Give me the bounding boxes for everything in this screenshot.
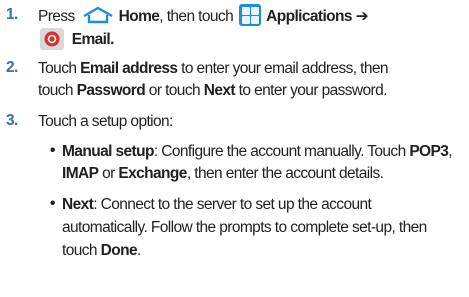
imap-label: IMAP: [62, 165, 99, 182]
done-label: Done: [100, 242, 138, 259]
applications-label: Applications: [266, 8, 352, 26]
manual-setup-line-2: IMAP or Exchange, then enter the account…: [62, 165, 384, 182]
next-label: Next: [203, 82, 236, 99]
step-3-line-1: Touch a setup option:: [38, 113, 173, 130]
next-option-line-2: automatically. Follow the prompts to com…: [62, 219, 427, 236]
next-option-line-1: Next: Connect to the server to set up th…: [62, 196, 372, 213]
applications-grid-icon: [239, 4, 262, 26]
pop3-label: POP3: [409, 143, 449, 160]
home-icon: [81, 6, 115, 24]
step-number: 1.: [6, 6, 18, 23]
step-1-line-2: Email.: [38, 28, 114, 51]
email-label: Email: [71, 31, 111, 49]
step-number: 2.: [6, 59, 18, 76]
manual-setup-label: Manual setup: [62, 143, 154, 160]
next-option-line-3: touch Done.: [62, 242, 141, 259]
step-2-line-1: Touch Email address to enter your email …: [38, 60, 389, 77]
exchange-label: Exchange: [118, 165, 187, 182]
step-2-line-2: touch Password or touch Next to enter yo…: [38, 82, 387, 99]
arrow-icon: ➔: [355, 8, 369, 26]
step-number: 3.: [6, 112, 18, 129]
home-label: Home: [118, 8, 160, 26]
next-option-label: Next: [62, 196, 94, 213]
step-1-line-1: Press Home, then touch Applications ➔: [38, 4, 369, 28]
password-label: Password: [76, 82, 146, 99]
email-icon: [40, 28, 64, 50]
manual-setup-line-1: Manual setup: Configure the account manu…: [62, 143, 453, 160]
bullet: •: [50, 142, 55, 159]
bullet: •: [50, 195, 55, 212]
email-address-label: Email address: [80, 60, 178, 77]
